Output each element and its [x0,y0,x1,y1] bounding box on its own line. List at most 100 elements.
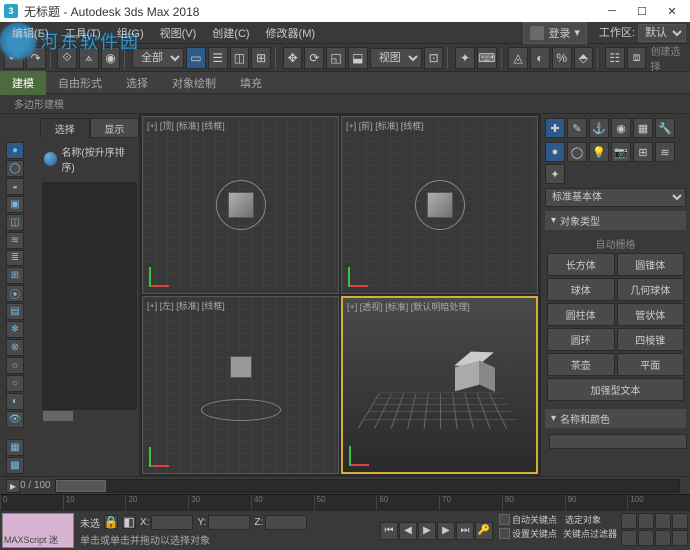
prev-frame-button[interactable]: ◀ [399,522,417,540]
subcategory-dropdown[interactable]: 标准基本体 [545,188,686,207]
menu-view[interactable]: 视图(V) [152,22,205,44]
named-sel-button[interactable]: ☷ [605,47,625,69]
time-slider-track[interactable] [55,479,680,493]
tab-motion[interactable]: ◉ [611,118,631,138]
mirror-button[interactable]: ⧈ [627,47,647,69]
time-config-icon[interactable]: ▸ [6,479,20,493]
explorer-icon-none[interactable]: ○ [6,375,24,392]
object-name-input[interactable] [549,434,687,449]
ribbon-tab-freeform[interactable]: 自由形式 [46,71,114,95]
explorer-icon-a[interactable]: ▦ [6,439,24,456]
redo-button[interactable]: ↷ [26,47,46,69]
viewport-front[interactable]: [+] [前] [标准] [线框] [341,116,538,294]
explorer-tab-select[interactable]: 选择 [40,118,90,138]
isolate-icon[interactable]: ◧ [122,515,136,529]
tab-modify[interactable]: ✎ [567,118,587,138]
viewport-left[interactable]: [+] [左] [标准] [线框] [142,296,339,474]
explorer-icon-container[interactable]: ▤ [6,303,24,320]
viewport-top[interactable]: [+] [顶] [标准] [线框] [142,116,339,294]
viewport-top-label[interactable]: [+] [顶] [标准] [线框] [147,119,225,132]
keyboard-button[interactable]: ⌨ [477,47,497,69]
explorer-icon-bone[interactable]: ⦿ [6,285,24,302]
bind-button[interactable]: ◉ [101,47,121,69]
prim-sphere[interactable]: 球体 [547,278,615,301]
viewport-cube-icon[interactable] [427,192,453,218]
y-input[interactable] [208,515,250,530]
key-mode-button[interactable]: 🔑 [475,522,493,540]
explorer-icon-groups[interactable]: ≣ [6,250,24,267]
placement-button[interactable]: ⬓ [348,47,368,69]
zoom-all-button[interactable] [638,513,654,529]
explorer-icon-helpers[interactable]: ◫ [6,214,24,231]
viewport-cube-icon[interactable] [228,192,254,218]
ribbon-tab-populate[interactable]: 填充 [228,71,274,95]
prim-cone[interactable]: 圆锥体 [617,253,685,276]
prim-teapot[interactable]: 茶壶 [547,353,615,376]
tab-create[interactable]: ✚ [545,118,565,138]
manipulate-button[interactable]: ✦ [455,47,475,69]
explorer-list[interactable] [42,182,137,422]
explorer-header[interactable]: 名称(按升序排序) [40,138,139,180]
pan-button[interactable] [621,530,637,546]
explorer-icon-b[interactable]: ▩ [6,457,24,474]
explorer-icon-frozen[interactable]: ❄ [6,321,24,338]
explorer-icon-shapes[interactable]: ◯ [6,160,24,177]
close-button[interactable]: ✕ [658,1,686,21]
autokey-checkbox[interactable] [499,514,510,525]
next-frame-button[interactable]: ▶ [437,522,455,540]
ref-coord-dropdown[interactable]: 视图 [370,48,422,68]
menu-modifier[interactable]: 修改器(M) [258,22,324,44]
rollout-head-namecolor[interactable]: ▾名称和颜色 [545,409,686,428]
scale-button[interactable]: ◱ [326,47,346,69]
viewport-cube-icon[interactable] [230,356,252,378]
ribbon-tab-select[interactable]: 选择 [114,71,160,95]
window-crossing-button[interactable]: ⊞ [251,47,271,69]
menu-edit[interactable]: 编辑(E) [4,22,57,44]
explorer-icon-lights[interactable]: ◒ [6,178,24,195]
explorer-icon-invert[interactable]: ◐ [6,393,24,410]
prim-torus[interactable]: 圆环 [547,328,615,351]
menu-tools[interactable]: 工具(T) [57,22,109,44]
cat-shapes[interactable]: ◯ [567,142,587,162]
workspace-selector[interactable]: 工作区: 默认 [599,24,686,42]
explorer-icon-space[interactable]: ≋ [6,232,24,249]
tab-utilities[interactable]: 🔧 [655,118,675,138]
percent-snap-button[interactable]: % [552,47,572,69]
zoom-extents-button[interactable] [655,513,671,529]
goto-start-button[interactable]: ⏮ [380,522,398,540]
viewport-perspective[interactable]: [+] [透视] [标准] [默认明暗处理] [341,296,538,474]
viewport-front-label[interactable]: [+] [前] [标准] [线框] [346,119,424,132]
prim-textplus[interactable]: 加强型文本 [547,378,684,401]
menu-create[interactable]: 创建(C) [204,22,257,44]
prim-tube[interactable]: 管状体 [617,303,685,326]
viewport-cube-icon[interactable] [455,364,487,396]
explorer-icon-geometry[interactable]: ● [6,142,24,159]
zoom-button[interactable] [621,513,637,529]
maxscript-listener[interactable]: MAXScript 迷 [2,513,74,548]
prim-geosphere[interactable]: 几何球体 [617,278,685,301]
select-name-button[interactable]: ☰ [208,47,228,69]
track-bar[interactable]: 0 10 20 30 40 50 60 70 80 90 100 [0,494,690,510]
zoom-region-button[interactable] [672,513,688,529]
cat-lights[interactable]: 💡 [589,142,609,162]
prim-cylinder[interactable]: 圆柱体 [547,303,615,326]
explorer-icon-xref[interactable]: ⊞ [6,267,24,284]
cat-systems[interactable]: ✦ [545,164,565,184]
spinner-snap-button[interactable]: ⬘ [574,47,594,69]
explorer-icon-eye[interactable]: 👁 [6,411,24,428]
explorer-tab-display[interactable]: 显示 [90,118,140,138]
viewport-left-label[interactable]: [+] [左] [标准] [线框] [147,299,225,312]
prim-box[interactable]: 长方体 [547,253,615,276]
cat-cameras[interactable]: 📷 [611,142,631,162]
explorer-icon-hidden[interactable]: ⊗ [6,339,24,356]
pivot-button[interactable]: ⊡ [424,47,444,69]
z-input[interactable] [265,515,307,530]
fov-button[interactable] [672,530,688,546]
lock-icon[interactable]: 🔒 [104,515,118,529]
prim-pyramid[interactable]: 四棱锥 [617,328,685,351]
snap-button[interactable]: ◬ [508,47,528,69]
cat-space[interactable]: ≋ [655,142,675,162]
time-slider-thumb[interactable] [56,480,106,492]
selection-filter[interactable]: 全部 [132,48,184,68]
select-button[interactable]: ▭ [186,47,206,69]
